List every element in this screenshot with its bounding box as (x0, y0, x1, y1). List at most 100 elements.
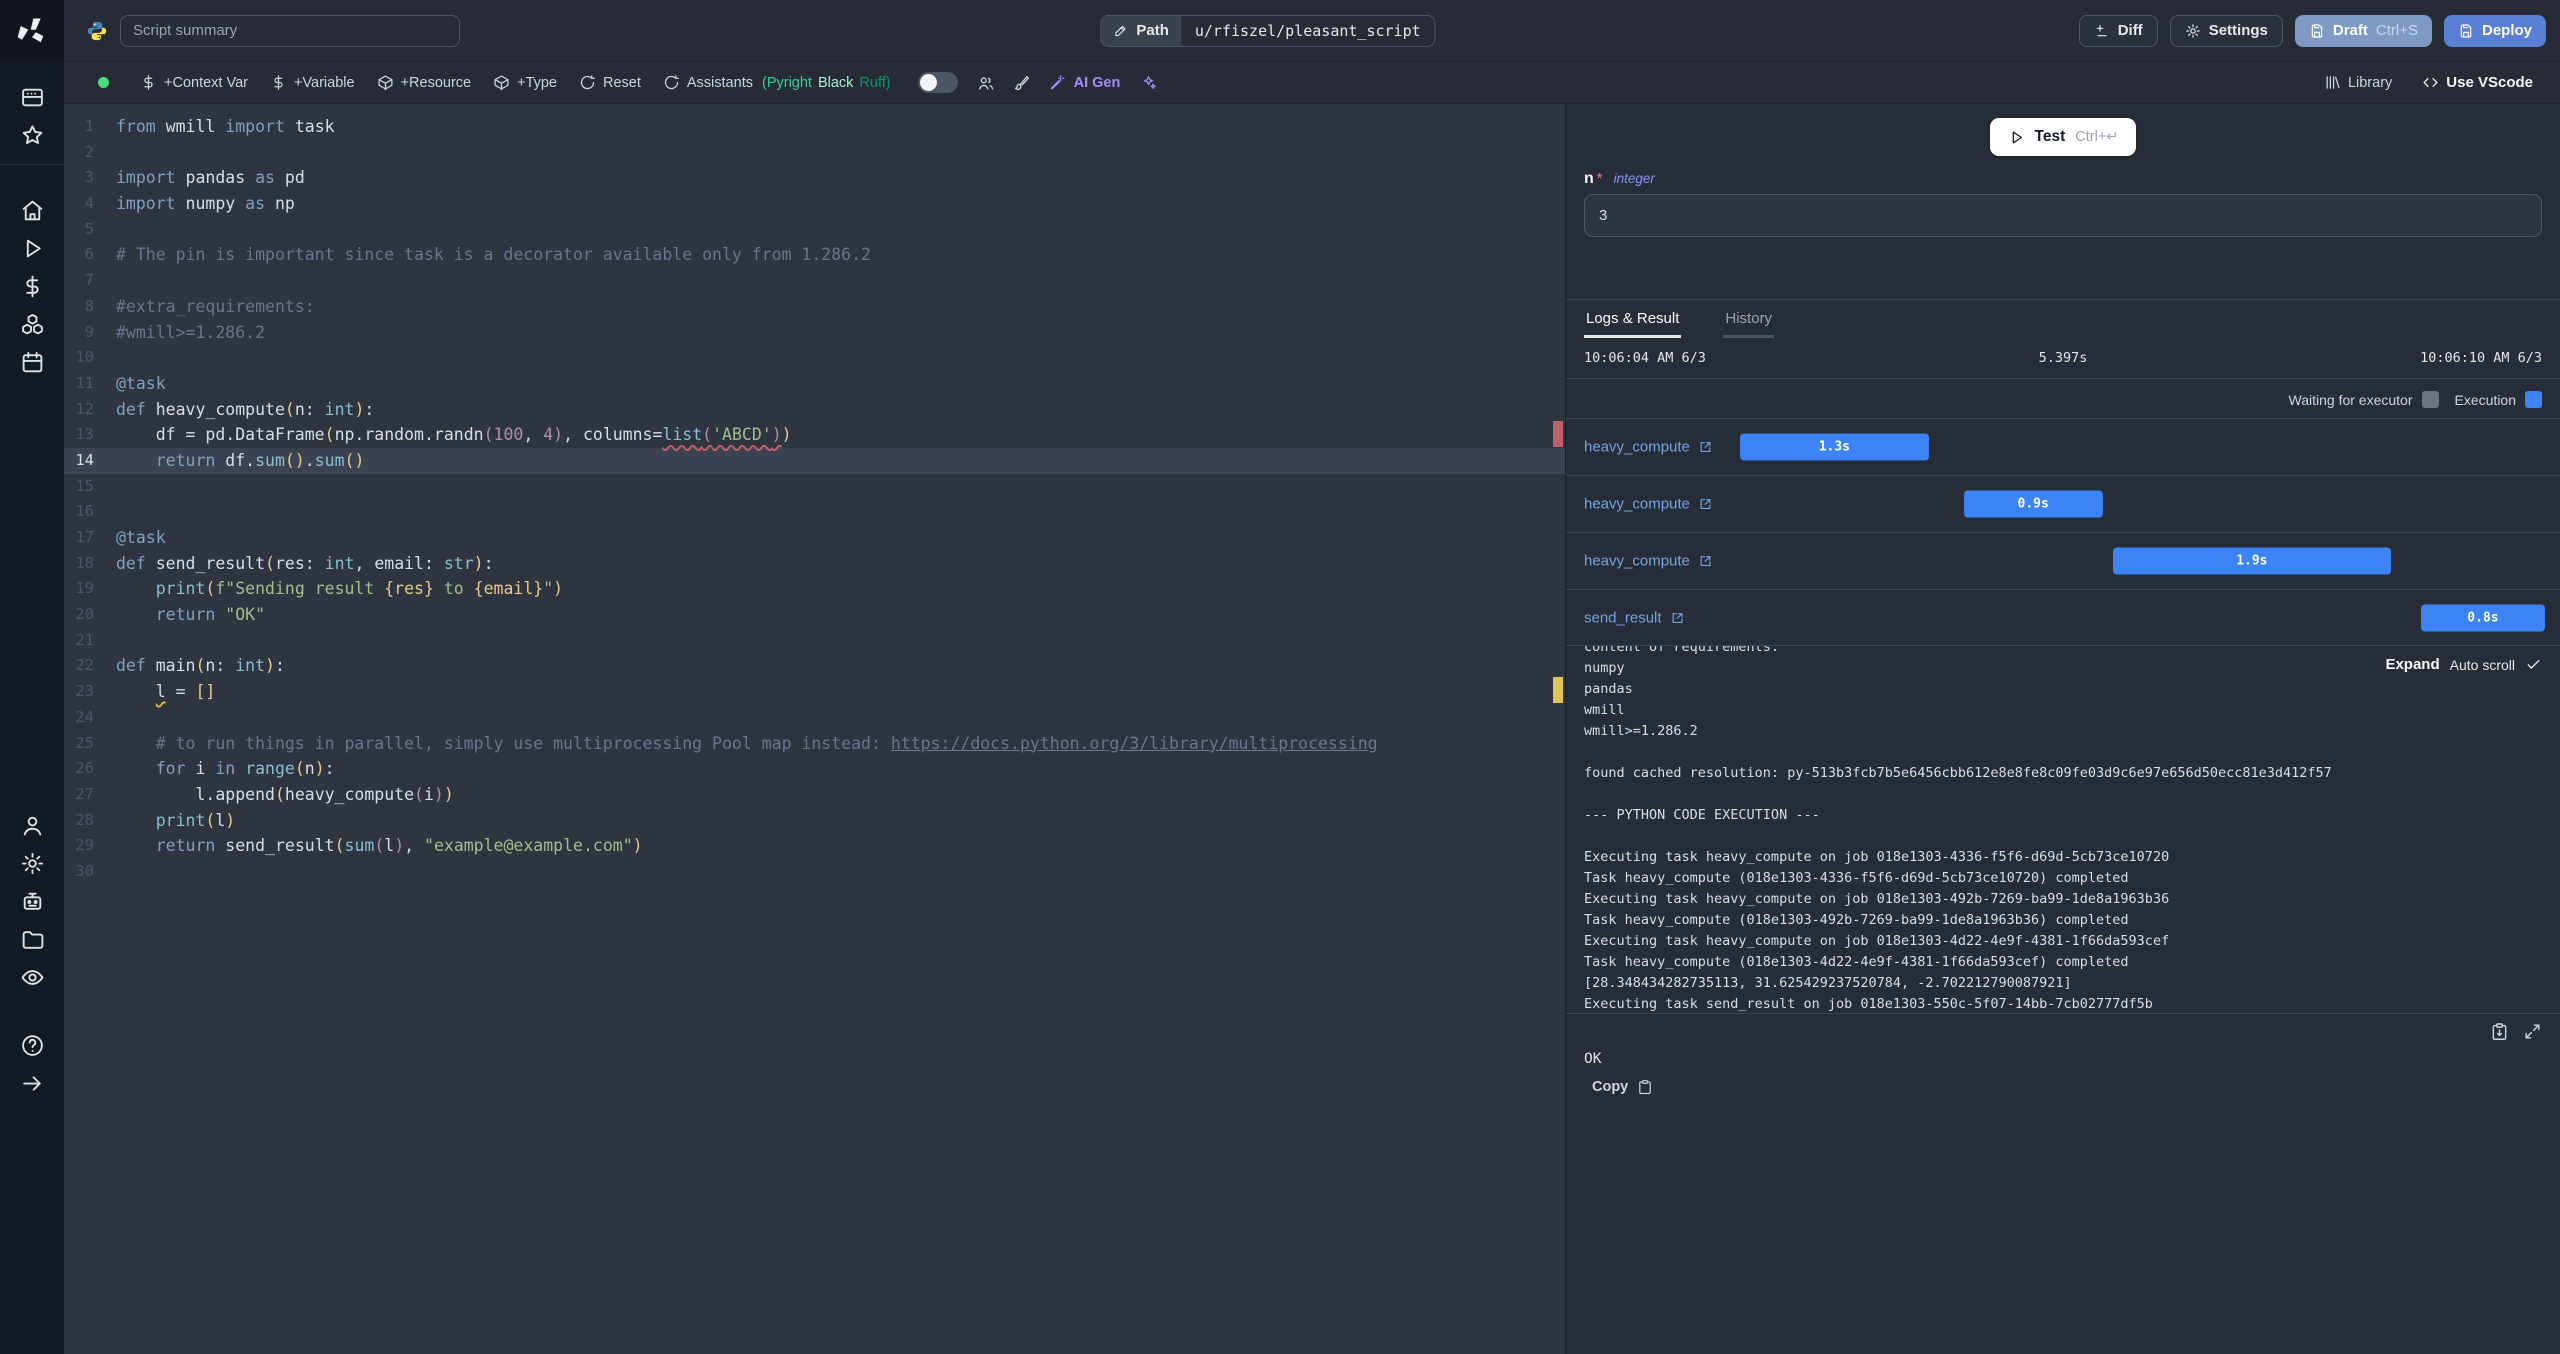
logs-output[interactable]: content of requirements: numpy pandas wm… (1566, 646, 2560, 1013)
resource-button[interactable]: +Resource (366, 68, 483, 98)
arrow-right-icon[interactable] (12, 1064, 52, 1102)
package-icon (377, 74, 394, 91)
code-line-28[interactable]: 28 print(l) (64, 808, 1565, 834)
robot-icon[interactable] (12, 882, 52, 920)
help-icon[interactable] (12, 1026, 52, 1064)
code-line-2[interactable]: 2 (64, 140, 1565, 166)
code-line-26[interactable]: 26 for i in range(n): (64, 756, 1565, 782)
use-vscode-button[interactable]: Use VScode (2411, 68, 2544, 98)
assistants-toggle[interactable] (917, 72, 958, 93)
code-line-23[interactable]: 23 l = [] (64, 679, 1565, 705)
code-line-7[interactable]: 7 (64, 268, 1565, 294)
code-line-22[interactable]: 22 def main(n: int): (64, 653, 1565, 679)
code-line-4[interactable]: 4 import numpy as np (64, 191, 1565, 217)
logs-viewer[interactable]: content of requirements: numpy pandas wm… (1566, 646, 2560, 1014)
draft-button[interactable]: Draft Ctrl+S (2294, 14, 2432, 47)
code-line-9[interactable]: 9 #wmill>=1.286.2 (64, 320, 1565, 346)
format-code-button[interactable] (1004, 74, 1040, 92)
user-icon[interactable] (12, 806, 52, 844)
code-line-19[interactable]: 19 print(f"Sending result {res} to {emai… (64, 576, 1565, 602)
dollar-icon[interactable] (12, 267, 52, 305)
sparkles-icon (1140, 74, 1157, 91)
settings-button[interactable]: Settings (2169, 14, 2283, 47)
boxes-icon[interactable] (12, 305, 52, 343)
external-link-icon (1698, 440, 1713, 455)
line-number: 12 (75, 399, 94, 418)
variable-button[interactable]: +Variable (259, 68, 366, 98)
job-link-send_result[interactable]: send_result (1584, 609, 1685, 626)
timeline-rows: heavy_compute 1.3s heavy_compute 0.9s heavy_… (1566, 418, 2560, 646)
star-icon[interactable] (12, 116, 52, 154)
tab-logs-result[interactable]: Logs & Result (1584, 300, 1682, 338)
result-value: OK (1584, 1051, 1602, 1067)
diff-button[interactable]: Diff (2078, 14, 2158, 47)
code-line-15[interactable]: 15 (64, 474, 1565, 500)
code-line-3[interactable]: 3 import pandas as pd (64, 165, 1565, 191)
script-path-button[interactable]: Path u/rfiszel/pleasant_script (1100, 14, 1436, 47)
expand-logs-button[interactable]: Expand (2385, 656, 2439, 673)
code-line-24[interactable]: 24 (64, 705, 1565, 731)
line-number: 3 (84, 168, 94, 187)
code-line-29[interactable]: 29 return send_result(sum(l), "example@e… (64, 833, 1565, 859)
code-line-12[interactable]: 12 def heavy_compute(n: int): (64, 397, 1565, 423)
code-line-6[interactable]: 6 # The pin is important since task is a … (64, 242, 1565, 268)
code-line-13[interactable]: 13 df = pd.DataFrame(np.random.randn(100… (64, 422, 1565, 448)
expand-result-button[interactable] (2523, 1022, 2542, 1041)
code-lines: 1 from wmill import task 2 3 import pandas a… (64, 114, 1565, 885)
code-line-14[interactable]: 14 return df.sum().sum() (64, 447, 1565, 474)
job-link-heavy_compute[interactable]: heavy_compute (1584, 496, 1713, 513)
code-line-20[interactable]: 20 return "OK" (64, 602, 1565, 628)
code-line-10[interactable]: 10 (64, 345, 1565, 371)
code-line-25[interactable]: 25 # to run things in parallel, simply u… (64, 731, 1565, 757)
folder-icon[interactable] (12, 920, 52, 958)
check-icon[interactable] (2525, 656, 2542, 673)
type-button[interactable]: +Type (482, 68, 568, 98)
job-link-heavy_compute[interactable]: heavy_compute (1584, 439, 1713, 456)
tab-history[interactable]: History (1723, 300, 1775, 338)
code-text: return df.sum().sum() (155, 450, 365, 470)
script-summary-input[interactable] (120, 14, 460, 47)
windmill-logo-icon[interactable] (0, 0, 64, 62)
code-line-1[interactable]: 1 from wmill import task (64, 114, 1565, 140)
code-text: df = pd.DataFrame(np.random.randn(100, 4… (116, 425, 792, 445)
code-line-16[interactable]: 16 (64, 499, 1565, 525)
line-number: 24 (75, 707, 94, 726)
code-text: #extra_requirements: (116, 296, 315, 316)
gear-icon[interactable] (12, 844, 52, 882)
language-status-dot (98, 77, 109, 88)
code-line-27[interactable]: 27 l.append(heavy_compute(i)) (64, 782, 1565, 808)
code-line-8[interactable]: 8 #extra_requirements: (64, 294, 1565, 320)
assistants-button[interactable]: Assistants (Pyright Black Ruff) (652, 68, 902, 98)
line-number: 5 (84, 219, 94, 238)
argument-n-input[interactable] (1584, 194, 2542, 237)
job-link-heavy_compute[interactable]: heavy_compute (1584, 553, 1713, 570)
code-line-17[interactable]: 17 @task (64, 525, 1565, 551)
deploy-button[interactable]: Deploy (2443, 14, 2546, 47)
collaborators-button[interactable] (968, 74, 1004, 92)
copy-button[interactable]: Copy (1592, 1079, 2560, 1095)
calendar-icon[interactable] (12, 343, 52, 381)
code-line-11[interactable]: 11 @task (64, 371, 1565, 397)
code-line-5[interactable]: 5 (64, 217, 1565, 243)
ai-sparkles-button[interactable] (1130, 74, 1167, 91)
play-icon[interactable] (12, 229, 52, 267)
home-icon[interactable] (12, 191, 52, 229)
reset-button[interactable]: Reset (568, 68, 652, 98)
code-line-21[interactable]: 21 (64, 628, 1565, 654)
line-number: 13 (75, 425, 94, 444)
library-button[interactable]: Library (2313, 68, 2403, 98)
package-icon (493, 74, 510, 91)
code-line-30[interactable]: 30 (64, 859, 1565, 885)
ai-gen-button[interactable]: AI Gen (1040, 74, 1131, 91)
app-window-icon[interactable] (12, 78, 52, 116)
copy-result-icon-button[interactable] (2490, 1022, 2509, 1041)
test-button[interactable]: Test Ctrl+↵ (1989, 118, 2137, 156)
eye-icon[interactable] (12, 958, 52, 996)
contextvar-button[interactable]: +Context Var (129, 68, 259, 98)
code-editor[interactable]: 1 from wmill import task 2 3 import pandas a… (64, 104, 1565, 1354)
end-time: 10:06:10 AM 6/3 (2420, 350, 2542, 366)
assistant-pyright: (Pyright (761, 74, 812, 91)
code-line-18[interactable]: 18 def send_result(res: int, email: str): (64, 551, 1565, 577)
legend-swatch (2525, 391, 2542, 408)
code-text: return send_result(sum(l), "example@exam… (155, 836, 643, 856)
